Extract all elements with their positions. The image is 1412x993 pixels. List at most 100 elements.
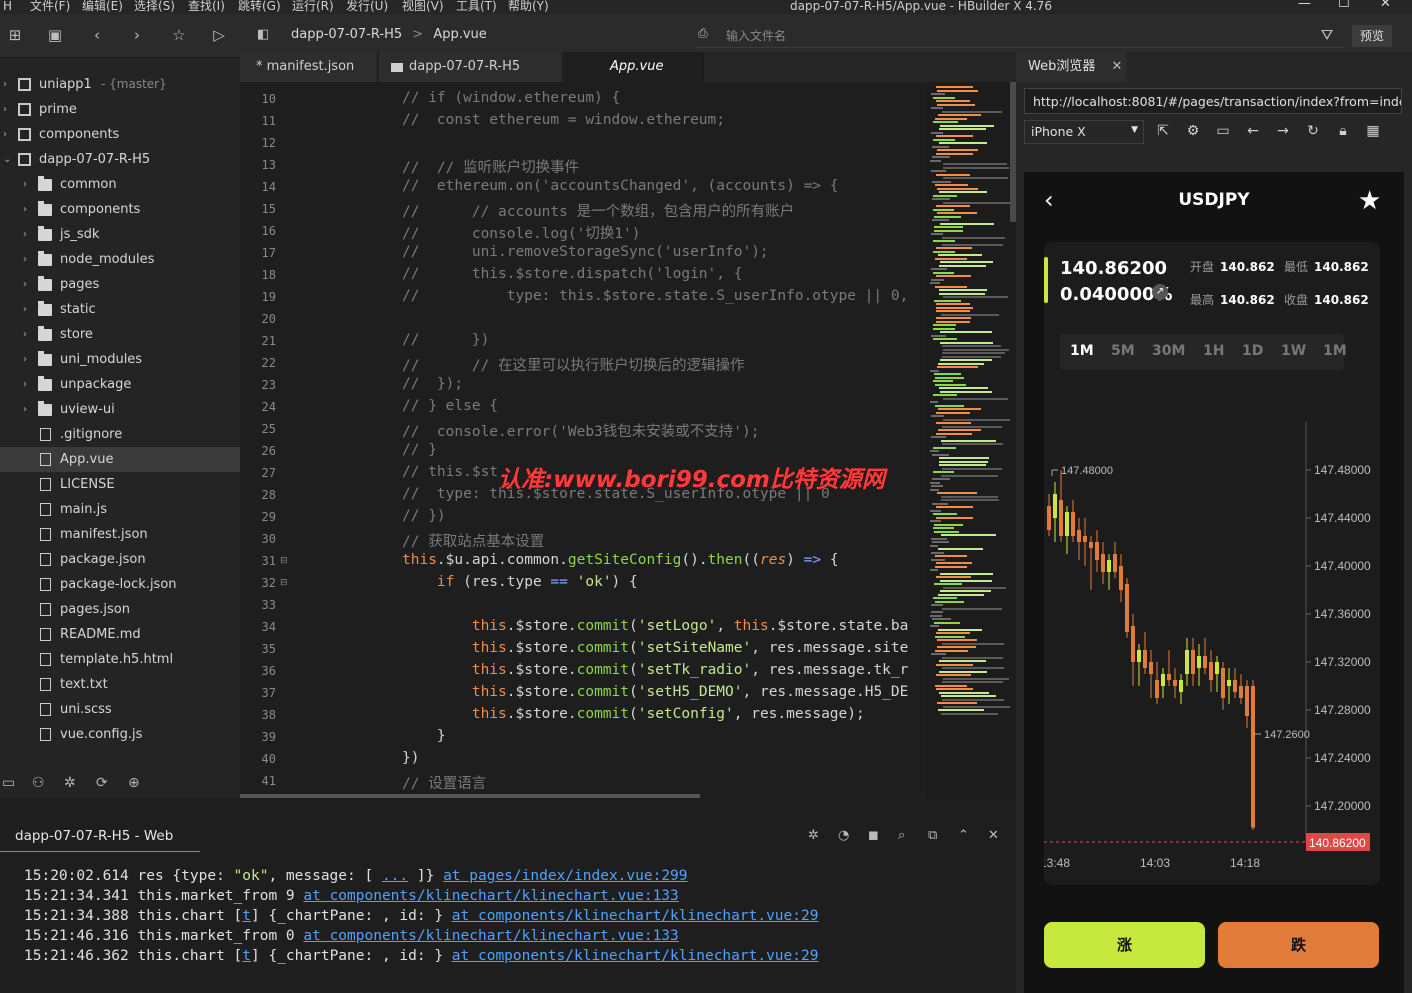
console-icon[interactable]: ▭	[1214, 122, 1232, 140]
tree-file[interactable]: package.json	[0, 547, 240, 572]
search-log-icon[interactable]: ⌕	[898, 828, 905, 843]
timeframe-1d[interactable]: 1D	[1242, 343, 1263, 359]
chevron-right-icon[interactable]: ›	[23, 372, 33, 397]
menu-edit[interactable]: 编辑(E)	[82, 0, 123, 12]
chevron-down-icon[interactable]: ⌄	[3, 147, 13, 172]
tree-file[interactable]: App.vue	[0, 447, 240, 472]
menu-tools[interactable]: 工具(T)	[456, 0, 497, 12]
buy-up-button[interactable]: 涨	[1044, 922, 1205, 968]
stop-icon[interactable]: ◼	[868, 828, 879, 843]
chevron-right-icon[interactable]: ›	[23, 347, 33, 372]
tree-file[interactable]: template.h5.html	[0, 647, 240, 672]
network-icon[interactable]: ⊕	[128, 775, 140, 791]
minimap[interactable]	[926, 82, 1016, 798]
open-external-icon[interactable]: ⇱	[1154, 122, 1172, 140]
bookmark-star-icon[interactable]: ☆	[170, 26, 188, 44]
timeframe-1mo[interactable]: 1M	[1323, 343, 1347, 359]
tree-project[interactable]: ⌄ dapp-07-07-R-H5	[0, 147, 240, 172]
timeframe-1h[interactable]: 1H	[1203, 343, 1224, 359]
save-icon[interactable]: ▣	[46, 26, 64, 44]
console-source-link[interactable]: at pages/index/index.vue:299	[443, 868, 687, 884]
close-panel-icon[interactable]: ✕	[988, 828, 999, 843]
chevron-right-icon[interactable]: ›	[3, 122, 13, 147]
plugin-icon[interactable]: ⚇	[32, 775, 45, 791]
breadcrumb[interactable]: dapp-07-07-R-H5 > App.vue	[291, 27, 487, 42]
menu-goto[interactable]: 跳转(G)	[238, 0, 281, 12]
lock-icon[interactable]: 🔒︎	[1334, 122, 1352, 140]
tree-file[interactable]: README.md	[0, 622, 240, 647]
sell-down-button[interactable]: 跌	[1218, 922, 1379, 968]
breadcrumb-file[interactable]: App.vue	[433, 27, 486, 42]
tree-file[interactable]: main.js	[0, 497, 240, 522]
close-tab-icon[interactable]: ✕	[1111, 59, 1122, 74]
filter-icon[interactable]: ⛛	[1318, 26, 1336, 44]
kline-chart[interactable]: 147.48000 147.44000 147.40000 147.36000 147.…	[1044, 422, 1380, 872]
console-title[interactable]: dapp-07-07-R-H5 - Web	[0, 828, 200, 852]
tree-folder[interactable]: › uview-ui	[0, 397, 240, 422]
chevron-right-icon[interactable]: ›	[3, 97, 13, 122]
tree-file[interactable]: vue.config.js	[0, 722, 240, 747]
fold-toggle-icon[interactable]: ⊟	[280, 578, 288, 588]
timeframe-1w[interactable]: 1W	[1281, 343, 1306, 359]
tree-folder[interactable]: › components	[0, 197, 240, 222]
tab-web-browser[interactable]: Web浏览器 ✕	[1016, 52, 1126, 82]
menu-run[interactable]: 运行(R)	[292, 0, 334, 12]
tree-folder[interactable]: › store	[0, 322, 240, 347]
open-window-icon[interactable]: ⧉	[928, 828, 937, 843]
tree-folder[interactable]: › static	[0, 297, 240, 322]
tree-folder[interactable]: › pages	[0, 272, 240, 297]
menu-publish[interactable]: 发行(U)	[346, 0, 388, 12]
tree-file[interactable]: text.txt	[0, 672, 240, 697]
maximize-panel-icon[interactable]: ⌃	[958, 828, 969, 843]
console-expand-link[interactable]: ...	[382, 868, 408, 884]
tree-folder[interactable]: › common	[0, 172, 240, 197]
breadcrumb-project[interactable]: dapp-07-07-R-H5	[291, 27, 402, 42]
reload-icon[interactable]: ↻	[1304, 122, 1322, 140]
device-select[interactable]: iPhone X ▼	[1024, 120, 1144, 144]
timeframe-1m[interactable]: 1M	[1070, 343, 1094, 359]
chevron-right-icon[interactable]: ›	[23, 197, 33, 222]
inspect-grid-icon[interactable]: ▦	[1364, 122, 1382, 140]
tree-project[interactable]: › prime	[0, 97, 240, 122]
preview-button[interactable]: 预览	[1352, 25, 1392, 47]
menu-find[interactable]: 查找(I)	[188, 0, 225, 12]
console-source-link[interactable]: at components/klinechart/klinechart.vue:…	[303, 888, 678, 904]
tree-project[interactable]: › components	[0, 122, 240, 147]
timeframe-30m[interactable]: 30M	[1152, 343, 1185, 359]
menu-file[interactable]: 文件(F)	[30, 0, 70, 12]
chevron-right-icon[interactable]: ›	[23, 272, 33, 297]
source-control-icon[interactable]: ⟳	[96, 775, 108, 791]
file-search-input[interactable]: ⎙ 输入文件名	[694, 22, 1346, 48]
url-input[interactable]: http://localhost:8081/#/pages/transactio…	[1024, 88, 1402, 114]
tree-file[interactable]: package-lock.json	[0, 572, 240, 597]
maximize-icon[interactable]: ☐	[1338, 0, 1350, 10]
menu-select[interactable]: 选择(S)	[134, 0, 175, 12]
tree-file[interactable]: .gitignore	[0, 422, 240, 447]
back-icon[interactable]: ‹	[88, 26, 106, 44]
run-icon[interactable]: ▷	[210, 26, 228, 44]
console-expand-link[interactable]: t	[242, 948, 251, 964]
tab-manifest[interactable]: * manifest.json	[240, 52, 378, 82]
nav-back-icon[interactable]: ←	[1244, 122, 1262, 140]
debug-bug-icon[interactable]: ✲	[808, 828, 819, 843]
timeframe-5m[interactable]: 5M	[1111, 343, 1135, 359]
tree-folder[interactable]: › unpackage	[0, 372, 240, 397]
menu-help[interactable]: 帮助(Y)	[508, 0, 549, 12]
chevron-right-icon[interactable]: ›	[23, 222, 33, 247]
fold-toggle-icon[interactable]: ⊟	[280, 556, 288, 566]
console-source-link[interactable]: at components/klinechart/klinechart.vue:…	[303, 928, 678, 944]
console-source-link[interactable]: at components/klinechart/klinechart.vue:…	[452, 948, 819, 964]
tab-app-vue[interactable]: App.vue	[564, 52, 704, 82]
favorite-star-icon[interactable]: ★	[1358, 186, 1381, 216]
console-expand-link[interactable]: t	[242, 908, 251, 924]
new-file-icon[interactable]: ⊞	[6, 26, 24, 44]
tree-folder[interactable]: › node_modules	[0, 247, 240, 272]
explorer-icon[interactable]: ▭	[2, 775, 15, 791]
tree-folder[interactable]: › js_sdk	[0, 222, 240, 247]
tree-file[interactable]: manifest.json	[0, 522, 240, 547]
code-editor[interactable]: 10 11 12 13 14 15 16 17 18 19 20 21 22 23 24 25 26 27 28 29…	[240, 82, 926, 798]
debug-icon[interactable]: ✲	[64, 775, 76, 791]
tree-file[interactable]: LICENSE	[0, 472, 240, 497]
chevron-right-icon[interactable]: ›	[23, 297, 33, 322]
chevron-right-icon[interactable]: ›	[23, 397, 33, 422]
